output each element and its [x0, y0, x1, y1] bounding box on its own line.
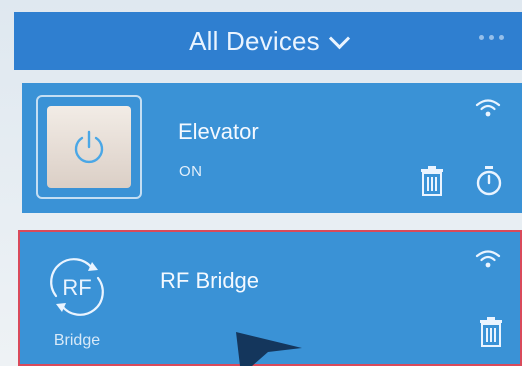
device-name: RF Bridge	[160, 268, 260, 293]
rf-bridge-icon: RF Bridge	[42, 252, 112, 352]
trash-icon[interactable]	[419, 165, 445, 197]
rf-badge-caption: Bridge	[53, 332, 101, 349]
power-icon	[74, 130, 104, 164]
trash-icon[interactable]	[478, 316, 504, 348]
device-card-elevator[interactable]: Elevator ON	[22, 83, 522, 213]
device-filter-dropdown[interactable]: All Devices	[189, 25, 350, 57]
top-bar: All Devices	[14, 12, 522, 70]
device-list-screen: All Devices Elevator ON RF Bridge RF Bri…	[0, 0, 522, 366]
timer-icon[interactable]	[474, 165, 504, 197]
pointer-arrow-icon	[236, 332, 302, 366]
more-dots-icon[interactable]	[479, 35, 504, 40]
device-status: ON	[179, 163, 203, 180]
chevron-down-icon	[328, 27, 350, 49]
wifi-icon	[475, 250, 501, 268]
rf-badge-text: RF	[62, 275, 91, 300]
rf-bridge-glyph: RF	[50, 258, 104, 316]
device-name: Elevator	[178, 119, 259, 144]
wifi-icon	[475, 99, 501, 117]
power-toggle-button[interactable]	[36, 95, 142, 199]
header-title: All Devices	[189, 25, 320, 56]
